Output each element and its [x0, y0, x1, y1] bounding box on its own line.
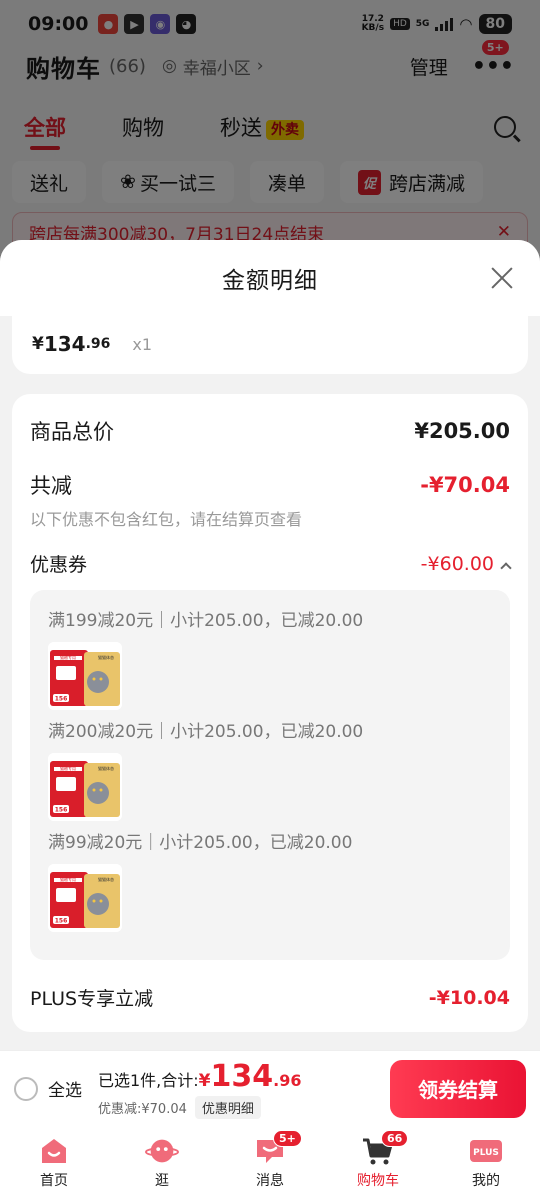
coupon-label: 优惠券: [30, 554, 88, 576]
item-currency: ¥: [32, 334, 44, 354]
cat-food-image: 猫粮专用 猫猫体态 156: [48, 864, 122, 932]
price-detail-card: 商品总价 ¥205.00 共减 -¥70.04 以下优惠不包含红包，请在结算页查…: [12, 394, 528, 1032]
tabbar-home-label: 首页: [40, 1173, 68, 1189]
coupon-rule: 满200减20元｜小计205.00，已减20.00: [48, 722, 364, 742]
tabbar-cart-label: 购物车: [357, 1173, 399, 1189]
sum-line: 已选1件,合计: ¥ 134 .96: [98, 1059, 301, 1094]
select-all-label[interactable]: 全选: [48, 1076, 82, 1101]
tabbar-mine-label: 我的: [472, 1173, 500, 1189]
thumb-tag: 156: [55, 696, 68, 703]
tabbar-cart[interactable]: 66 购物车: [324, 1126, 432, 1200]
thumb-tag: 156: [55, 807, 68, 814]
total-currency: ¥: [198, 1070, 211, 1091]
checkout-bar: 全选 已选1件,合计: ¥ 134 .96 优惠减:¥70.04 优惠明细 领券…: [0, 1050, 540, 1126]
tabbar-messages[interactable]: 5+ 消息: [216, 1126, 324, 1200]
tabbar-home[interactable]: 首页: [0, 1126, 108, 1200]
tabbar-explore-label: 逛: [155, 1173, 169, 1189]
coupon-rule: 满199减20元｜小计205.00，已减20.00: [48, 611, 364, 631]
sheet-title: 金额明细: [222, 268, 318, 294]
tabbar-explore[interactable]: 逛: [108, 1126, 216, 1200]
item-card: ¥ 134 .96 x1: [12, 314, 528, 374]
select-all-radio[interactable]: [14, 1076, 38, 1101]
total-dec: .96: [273, 1070, 302, 1090]
thumb-banner: 猫粮专用: [60, 765, 76, 771]
item-quantity: x1: [132, 334, 153, 354]
thumb-tag: 156: [55, 918, 68, 925]
thumb-subtitle: 猫猫体态: [98, 765, 114, 771]
messages-badge: 5+: [273, 1130, 302, 1147]
discount-label: 共减: [30, 474, 72, 498]
discount-line: 优惠减:¥70.04 优惠明细: [98, 1095, 301, 1119]
tabbar-messages-label: 消息: [256, 1173, 284, 1189]
bottom-tabbar: 首页 逛 5+ 消息 66 购物车 PLUS 我的: [0, 1126, 540, 1200]
plus-row: PLUS专享立减 -¥10.04: [30, 984, 510, 1011]
discount-note: 以下优惠不包含红包，请在结算页查看: [30, 510, 303, 529]
message-icon: 5+: [253, 1130, 302, 1166]
discount-row: 共减 -¥70.04: [30, 470, 510, 500]
product-thumbnail[interactable]: 猫粮专用 猫猫体态 156: [48, 864, 122, 932]
discount-summary: 优惠减:¥70.04: [98, 1101, 187, 1117]
cat-food-image: 猫粮专用 猫猫体态 156: [48, 642, 122, 710]
close-icon[interactable]: [490, 266, 514, 290]
item-price-dec: .96: [85, 336, 111, 352]
thumb-subtitle: 猫猫体态: [98, 654, 114, 660]
checkout-button[interactable]: 领券结算: [390, 1059, 526, 1118]
explore-icon: [145, 1136, 179, 1166]
plus-label: PLUS专享立减: [30, 988, 154, 1010]
plus-icon-text: PLUS: [473, 1148, 499, 1158]
cart-badge: 66: [381, 1130, 409, 1147]
total-label: 商品总价: [30, 420, 114, 444]
product-thumbnail[interactable]: 猫粮专用 猫猫体态 156: [48, 642, 122, 710]
cart-icon: 66: [361, 1130, 409, 1166]
coupon-rule: 满99减20元｜小计205.00，已减20.00: [48, 833, 353, 853]
thumb-banner: 猫粮专用: [60, 654, 76, 660]
chevron-up-icon: [500, 561, 512, 574]
total-value: ¥205.00: [414, 419, 510, 443]
product-thumbnail[interactable]: 猫粮专用 猫猫体态 156: [48, 753, 122, 821]
item-price-int: 134: [43, 332, 86, 356]
sheet-header: 金额明细: [0, 240, 540, 316]
home-icon: [37, 1136, 71, 1166]
coupon-detail-list: 满199减20元｜小计205.00，已减20.00 猫粮专用 猫猫体态 156: [30, 590, 510, 960]
thumb-banner: 猫粮专用: [60, 876, 76, 882]
thumb-subtitle: 猫猫体态: [98, 876, 114, 882]
total-row: 商品总价 ¥205.00: [30, 416, 510, 446]
coupon-value: -¥60.00: [420, 552, 494, 575]
discount-value: -¥70.04: [420, 473, 510, 497]
total-int: 134: [210, 1058, 274, 1094]
selected-text: 已选1件,合计:: [98, 1070, 199, 1090]
coupon-row[interactable]: 优惠券 -¥60.00: [30, 550, 512, 577]
cat-food-image: 猫粮专用 猫猫体态 156: [48, 753, 122, 821]
plus-icon: PLUS: [469, 1136, 503, 1166]
sum-block: 已选1件,合计: ¥ 134 .96 优惠减:¥70.04 优惠明细: [98, 1059, 301, 1119]
plus-value: -¥10.04: [428, 986, 510, 1009]
discount-detail-button[interactable]: 优惠明细: [194, 1095, 261, 1119]
tabbar-mine[interactable]: PLUS 我的: [432, 1126, 540, 1200]
coupon-value-wrap: -¥60.00: [420, 552, 512, 575]
